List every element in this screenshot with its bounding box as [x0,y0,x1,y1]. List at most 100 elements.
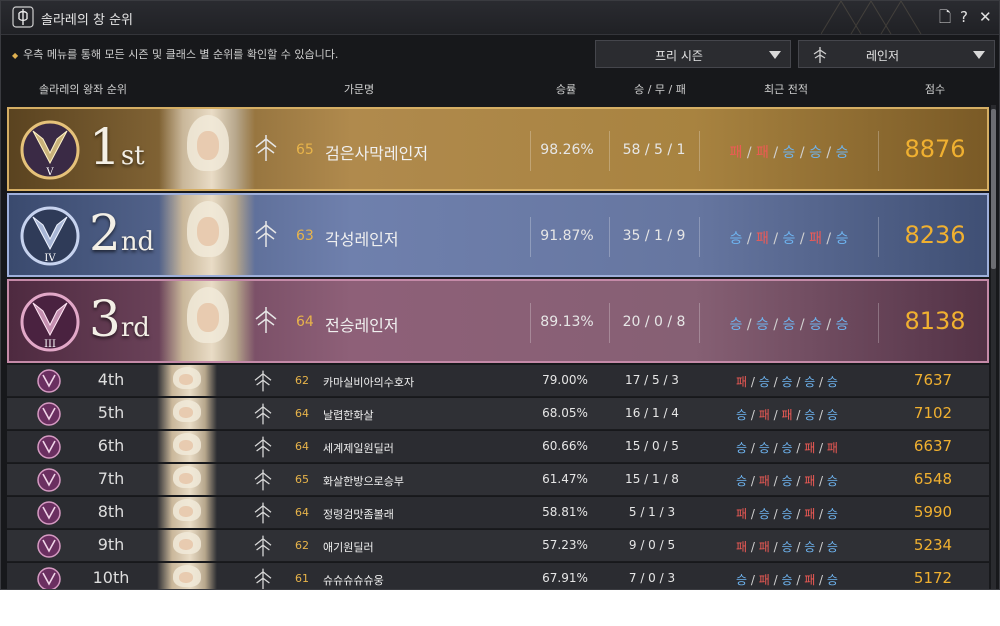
close-button[interactable]: ✕ [979,8,992,26]
recent-separator: / [821,145,836,161]
character-portrait [157,365,217,396]
divider [530,131,531,171]
winrate: 79.00% [542,373,588,387]
col-rank-header: 솔라레의 왕좌 순위 [39,83,127,96]
recent-separator: / [769,474,782,488]
recent-separator: / [795,317,810,333]
score: 8876 [904,135,966,163]
family-name[interactable]: 카마실비아의수호자 [323,374,414,390]
tier-emblem-icon [37,567,61,589]
recent-separator: / [795,231,810,247]
recent-win: 승 [758,375,770,389]
col-score-header: 점수 [924,83,946,96]
ranking-window: 솔라레의 창 순위 🗋 ? ✕ ◆ 우측 메뉴를 통해 모든 시즌 및 클래스 별… [0,0,1000,590]
score: 5234 [913,536,953,554]
recent-win: 승 [804,375,816,389]
ranking-list[interactable]: V 1st 65 검은사막레인저 98.26% 58 / 5 / 1 패 / 패… [7,105,989,589]
chevron-down-icon [769,51,781,59]
rank-label: 3rd [89,290,150,348]
recent-separator: / [792,441,805,455]
recent-win: 승 [781,441,793,455]
ranger-class-icon [254,502,272,524]
ranking-row[interactable]: 4th 62 카마실비아의수호자 79.00% 17 / 5 / 3 패 / 승… [7,365,989,397]
recent-separator: / [769,408,782,422]
recent-win: 승 [781,540,793,554]
class-select[interactable]: 레인저 [798,40,995,68]
ranking-row[interactable]: 10th 61 슈슈슈슈슈웅 67.91% 7 / 0 / 3 승 / 패 / … [7,563,989,589]
recent-loss: 패 [729,145,743,161]
family-name[interactable]: 검은사막레인저 [325,140,428,164]
ranking-row[interactable]: 8th 64 정령검맛좀볼래 58.81% 5 / 1 / 3 패 / 승 / … [7,497,989,529]
ranking-row-1[interactable]: V 1st 65 검은사막레인저 98.26% 58 / 5 / 1 패 / 패… [7,107,989,191]
rank-label: 2nd [89,204,155,262]
family-name[interactable]: 날렵한화살 [323,407,374,423]
level: 64 [295,506,309,519]
recent-win: 승 [756,317,769,333]
family-name[interactable]: 슈슈슈슈슈웅 [323,572,384,588]
divider [878,131,879,171]
character-portrait [157,497,217,528]
rank-label: 1st [89,118,145,176]
ranger-class-icon [254,436,272,458]
level: 62 [295,539,309,552]
recent-record: 패 / 패 / 승 / 승 / 승 [736,538,838,555]
family-name[interactable]: 각성레인저 [325,226,399,250]
winrate: 68.05% [542,406,588,420]
title-bar[interactable]: 솔라레의 창 순위 🗋 ? ✕ [1,1,999,35]
ranking-row[interactable]: 6th 64 세계제일원딜러 60.66% 15 / 0 / 5 승 / 승 /… [7,431,989,463]
ranking-row[interactable]: 5th 64 날렵한화살 68.05% 16 / 1 / 4 승 / 패 / 패… [7,398,989,430]
recent-win: 승 [729,231,743,247]
tier-emblem-icon [37,435,61,459]
recent-loss: 패 [804,507,816,521]
level: 65 [295,473,309,486]
col-record-header: 승 / 무 / 패 [634,83,686,96]
recent-separator: / [815,507,827,521]
record: 7 / 0 / 3 [628,571,676,585]
recent-loss: 패 [781,408,793,422]
character-portrait [157,530,217,561]
record: 20 / 0 / 8 [622,314,686,330]
document-icon[interactable]: 🗋 [939,8,951,26]
rank-label: 7th [97,469,125,488]
record: 17 / 5 / 3 [625,373,679,387]
season-select-label: 프리 시즌 [655,49,703,63]
level: 64 [295,407,309,420]
recent-separator: / [815,474,827,488]
family-name[interactable]: 화살한방으로승부 [323,473,404,489]
chevron-down-icon [973,51,985,59]
scrollbar-thumb[interactable] [991,109,996,269]
recent-separator: / [768,317,783,333]
recent-win: 승 [804,408,816,422]
family-name[interactable]: 정령검맛좀볼래 [323,506,394,522]
family-name[interactable]: 전승레인저 [325,312,399,336]
recent-separator: / [792,573,805,587]
ranking-row[interactable]: 9th 62 애기원딜러 57.23% 9 / 0 / 5 패 / 패 / 승 … [7,530,989,562]
recent-win: 승 [781,375,793,389]
family-name[interactable]: 애기원딜러 [323,539,374,555]
recent-separator: / [815,573,827,587]
recent-separator: / [747,507,759,521]
col-family-header: 가문명 [343,83,375,96]
recent-record: 승 / 패 / 승 / 패 / 승 [736,571,838,588]
notice-text: ◆ 우측 메뉴를 통해 모든 시즌 및 클래스 별 순위를 확인할 수 있습니다. [12,48,339,61]
recent-loss: 패 [758,408,770,422]
recent-win: 승 [826,507,838,521]
ranking-row-3[interactable]: III 3rd 64 전승레인저 89.13% 20 / 0 / 8 승 / 승… [7,279,989,363]
help-button[interactable]: ? [960,8,968,26]
season-select[interactable]: 프리 시즌 [595,40,791,68]
recent-separator: / [747,573,759,587]
recent-separator: / [815,375,827,389]
recent-win: 승 [736,573,748,587]
recent-loss: 패 [736,540,748,554]
record: 58 / 5 / 1 [622,142,686,158]
ranking-row-2[interactable]: IV 2nd 63 각성레인저 91.87% 35 / 1 / 9 승 / 패 … [7,193,989,277]
winrate: 58.81% [542,505,588,519]
recent-win: 승 [781,474,793,488]
ranking-row[interactable]: 7th 65 화살한방으로승부 61.47% 15 / 1 / 8 승 / 패 … [7,464,989,496]
character-portrait [157,431,217,462]
family-name[interactable]: 세계제일원딜러 [323,440,394,456]
recent-separator: / [792,375,805,389]
svg-text:V: V [45,167,54,178]
divider [530,303,531,343]
divider [530,217,531,257]
